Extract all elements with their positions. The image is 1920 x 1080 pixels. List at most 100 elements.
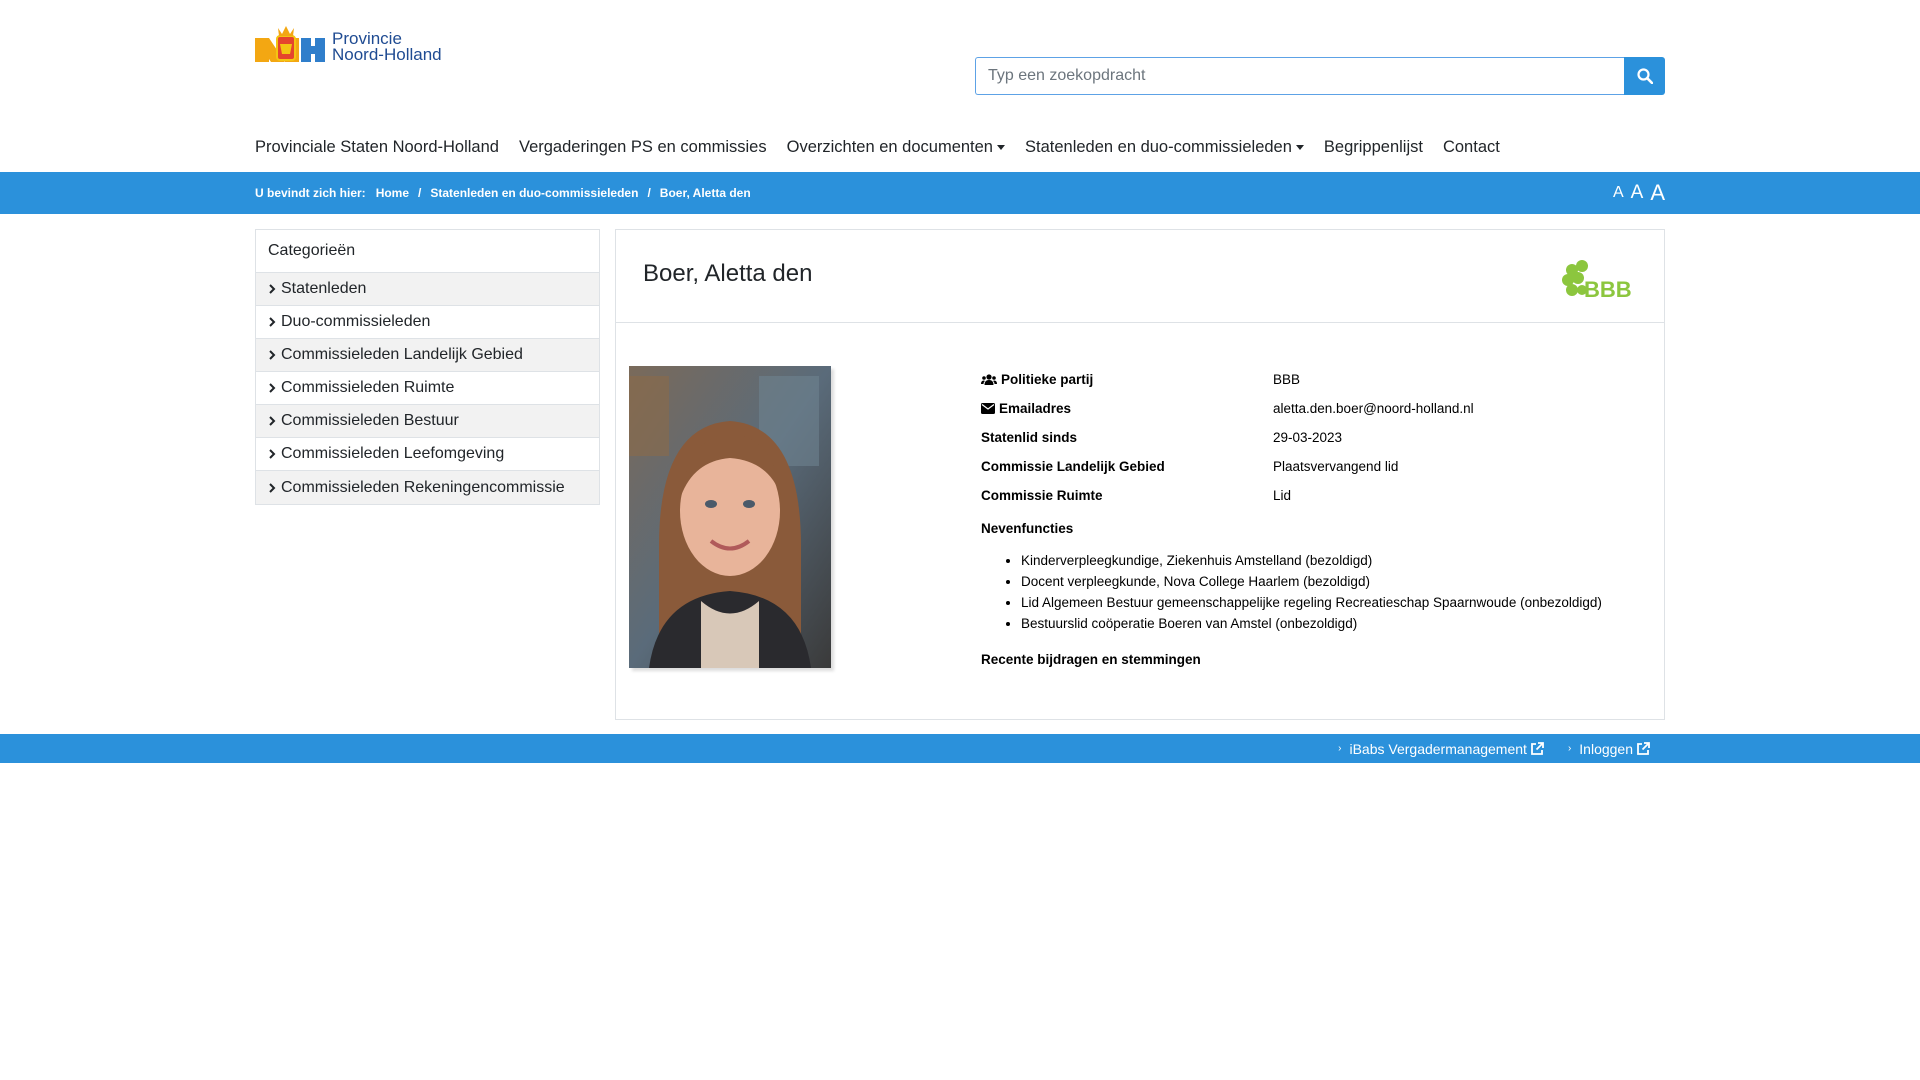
email-link[interactable]: aletta.den.boer@noord-holland.nl xyxy=(1273,401,1474,416)
nav-label: Statenleden en duo-commissieleden xyxy=(1024,138,1292,156)
nav-label: Contact xyxy=(1442,138,1500,156)
search-icon xyxy=(1636,68,1653,84)
breadcrumb-current: Boer, Aletta den xyxy=(659,186,751,200)
provincie-logo[interactable]: Provincie Noord-Holland xyxy=(255,24,442,64)
detail-key: Commissie Ruimte xyxy=(981,488,1103,503)
bbb-logo-icon: BBB xyxy=(1562,260,1632,302)
font-size-small-button[interactable]: A xyxy=(1613,184,1624,202)
chevron-right-icon xyxy=(268,482,276,493)
nav-label: Begrippenlijst xyxy=(1323,138,1423,156)
search-input[interactable] xyxy=(975,57,1624,95)
footer-bar: › iBabs Vergadermanagement › Inloggen xyxy=(0,734,1920,763)
font-size-medium-button[interactable]: A xyxy=(1631,182,1644,204)
member-photo xyxy=(629,366,831,668)
detail-value: Plaatsvervangend lid xyxy=(1273,459,1399,474)
detail-key: Statenlid sinds xyxy=(981,430,1078,445)
list-item: Bestuurslid coöperatie Boeren van Amstel… xyxy=(1021,613,1602,634)
envelope-icon xyxy=(981,403,995,414)
logo-line2: Noord-Holland xyxy=(332,45,442,64)
sidebar-item-label: Commissieleden Leefomgeving xyxy=(281,445,505,462)
inloggen-link[interactable]: › Inloggen xyxy=(1568,741,1650,757)
sidebar-item-label: Statenleden xyxy=(281,280,367,297)
sidebar-item-label: Commissieleden Ruimte xyxy=(281,379,455,396)
users-icon xyxy=(981,373,997,385)
detail-row-email: Emailadres aletta.den.boer@noord-holland… xyxy=(981,394,1602,423)
detail-row-partij: Politieke partij BBB xyxy=(981,365,1602,394)
main-nav: Provinciale Staten Noord-Holland Vergade… xyxy=(255,138,1520,157)
font-size-large-button[interactable]: A xyxy=(1650,180,1665,206)
party-logo: BBB xyxy=(1562,260,1636,305)
detail-row-ruimte: Commissie Ruimte Lid xyxy=(981,481,1602,510)
sidebar-item-landelijk-gebied[interactable]: Commissieleden Landelijk Gebied xyxy=(256,339,599,372)
detail-key: Emailadres xyxy=(999,401,1072,416)
profile-card: Boer, Aletta den BBB Politieke partij BB… xyxy=(615,229,1665,720)
nav-label: Overzichten en documenten xyxy=(786,138,993,156)
breadcrumb-label: U bevindt zich hier: xyxy=(255,186,366,200)
detail-value: BBB xyxy=(1273,372,1301,387)
nav-item-contact[interactable]: Contact xyxy=(1443,138,1500,157)
nav-label: Provinciale Staten Noord-Holland xyxy=(255,138,499,156)
noord-holland-emblem-icon xyxy=(255,26,325,62)
recent-contributions-heading: Recente bijdragen en stemmingen xyxy=(981,652,1201,667)
detail-row-landelijk-gebied: Commissie Landelijk Gebied Plaatsvervang… xyxy=(981,452,1602,481)
ibabs-link[interactable]: › iBabs Vergadermanagement xyxy=(1338,741,1544,757)
sidebar-item-label: Commissieleden Bestuur xyxy=(281,412,459,429)
external-link-icon xyxy=(1531,741,1544,755)
font-size-controls: A A A xyxy=(1606,172,1665,214)
sidebar-item-label: Duo-commissieleden xyxy=(281,313,431,330)
chevron-right-icon: › xyxy=(1567,743,1572,754)
sidebar-item-bestuur[interactable]: Commissieleden Bestuur xyxy=(256,405,599,438)
breadcrumb-separator: / xyxy=(647,186,651,200)
caret-down-icon xyxy=(1295,145,1304,150)
search-form xyxy=(975,57,1665,95)
sidebar-item-label: Commissieleden Landelijk Gebied xyxy=(281,346,523,363)
breadcrumb-bar: U bevindt zich hier: Home / Statenleden … xyxy=(0,172,1920,214)
nav-item-provinciale-staten[interactable]: Provinciale Staten Noord-Holland xyxy=(255,138,499,157)
chevron-right-icon xyxy=(268,383,276,393)
chevron-right-icon xyxy=(268,416,276,426)
chevron-right-icon xyxy=(268,317,276,327)
detail-value: Lid xyxy=(1273,488,1292,503)
chevron-right-icon xyxy=(268,449,276,459)
sidebar-item-duo-commissieleden[interactable]: Duo-commissieleden xyxy=(256,306,599,339)
party-logo-text: BBB xyxy=(1584,277,1632,300)
detail-row-sinds: Statenlid sinds 29-03-2023 xyxy=(981,423,1602,452)
sidebar-title: Categorieën xyxy=(256,230,599,273)
list-item: Docent verpleegkunde, Nova College Haarl… xyxy=(1021,571,1602,592)
nevenfuncties-list: Kinderverpleegkundige, Ziekenhuis Amstel… xyxy=(1021,550,1602,634)
sidebar-item-label: Commissieleden Rekeningencommissie xyxy=(281,478,565,496)
chevron-right-icon xyxy=(268,350,276,360)
nav-item-begrippenlijst[interactable]: Begrippenlijst xyxy=(1324,138,1423,157)
nav-item-overzichten[interactable]: Overzichten en documenten xyxy=(787,138,1005,157)
nevenfuncties-heading: Nevenfuncties xyxy=(981,521,1074,536)
category-sidebar: Categorieën Statenleden Duo-commissieled… xyxy=(255,229,600,505)
detail-key: Commissie Landelijk Gebied xyxy=(981,459,1165,474)
detail-key: Politieke partij xyxy=(1001,372,1094,387)
caret-down-icon xyxy=(996,145,1005,150)
breadcrumb-separator: / xyxy=(418,186,422,200)
nav-label: Vergaderingen PS en commissies xyxy=(518,138,767,156)
footer-link-label: iBabs Vergadermanagement xyxy=(1349,740,1527,757)
portrait-image xyxy=(629,366,831,668)
member-details: Politieke partij BBB Emailadres aletta.d… xyxy=(981,365,1602,667)
chevron-right-icon: › xyxy=(1338,743,1342,754)
profile-header: Boer, Aletta den BBB xyxy=(616,230,1664,323)
footer-link-label: Inloggen xyxy=(1579,740,1633,757)
search-button[interactable] xyxy=(1624,57,1665,95)
breadcrumb: U bevindt zich hier: Home / Statenleden … xyxy=(255,172,751,214)
breadcrumb-statenleden[interactable]: Statenleden en duo-commissieleden xyxy=(430,186,638,200)
sidebar-list: Statenleden Duo-commissieleden Commissie… xyxy=(256,273,599,504)
nav-item-vergaderingen[interactable]: Vergaderingen PS en commissies xyxy=(519,138,767,157)
breadcrumb-home[interactable]: Home xyxy=(376,186,409,200)
list-item: Lid Algemeen Bestuur gemeenschappelijke … xyxy=(1021,592,1602,613)
sidebar-item-statenleden[interactable]: Statenleden xyxy=(256,273,599,306)
sidebar-item-leefomgeving[interactable]: Commissieleden Leefomgeving xyxy=(256,438,599,471)
footer-links: › iBabs Vergadermanagement › Inloggen xyxy=(1314,734,1650,763)
external-link-icon xyxy=(1637,741,1650,755)
sidebar-item-ruimte[interactable]: Commissieleden Ruimte xyxy=(256,372,599,405)
detail-value: 29-03-2023 xyxy=(1273,430,1343,445)
nav-item-statenleden[interactable]: Statenleden en duo-commissieleden xyxy=(1025,138,1304,157)
page-title: Boer, Aletta den xyxy=(643,260,813,287)
sidebar-item-rekeningencommissie[interactable]: Commissieleden Rekeningencommissie xyxy=(256,471,599,504)
list-item: Kinderverpleegkundige, Ziekenhuis Amstel… xyxy=(1021,550,1602,571)
